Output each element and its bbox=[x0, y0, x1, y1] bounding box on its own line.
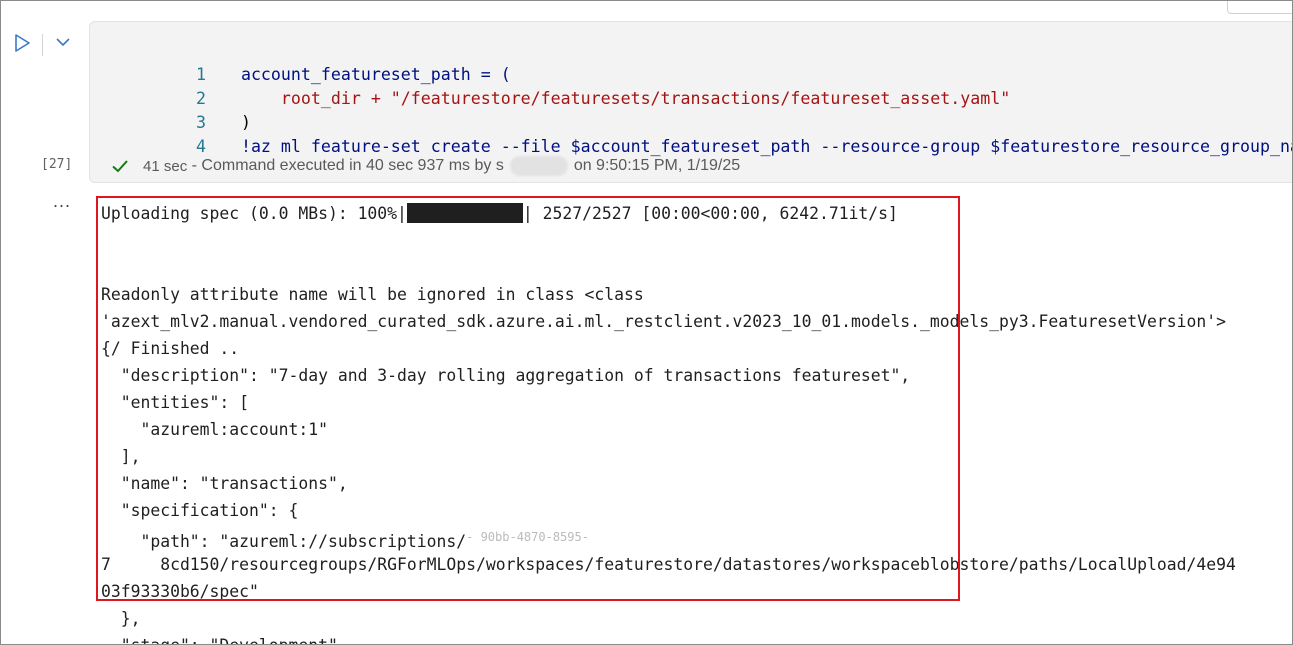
redacted-subscription: - 90bb-4870-8595- bbox=[466, 530, 589, 544]
code-text: !az ml feature-set create --file $accoun… bbox=[240, 137, 1293, 156]
output-line: "specification": { bbox=[101, 501, 299, 520]
output-more-button[interactable]: ... bbox=[53, 191, 71, 212]
code-text: root_dir + "/featurestore/featuresets/tr… bbox=[240, 89, 1011, 108]
redacted-user bbox=[509, 156, 568, 176]
code-line: 2 root_dir + "/featurestore/featuresets/… bbox=[90, 63, 1010, 108]
run-options-button[interactable] bbox=[53, 32, 73, 52]
output-line: "entities": [ bbox=[101, 393, 250, 412]
output-line: "description": "7-day and 3-day rolling … bbox=[101, 366, 911, 385]
output-line: "stage": "Development", bbox=[101, 632, 1292, 644]
code-line: 3) bbox=[90, 87, 251, 132]
output-line: "azureml:account:1" bbox=[101, 420, 328, 439]
output-line: "name": "transactions", bbox=[101, 474, 348, 493]
cell-output: Uploading spec (0.0 MBs): 100%| | 2527/25… bbox=[101, 200, 1292, 644]
chevron-down-icon bbox=[56, 38, 70, 47]
progress-bar bbox=[406, 203, 523, 223]
code-line: 4 !az ml feature-set create --file $accou… bbox=[90, 111, 1292, 156]
play-triangle-icon bbox=[15, 34, 30, 52]
output-line: 03f93330b6/spec" bbox=[101, 582, 259, 601]
output-line: "path": "azureml://subscriptions/- 90bb-… bbox=[101, 524, 1292, 551]
output-line: ], bbox=[101, 447, 141, 466]
output-line: {/ Finished .. bbox=[101, 339, 240, 358]
toolbar-tab[interactable] bbox=[1227, 1, 1292, 14]
output-path-text: "path": "azureml://subscriptions/ bbox=[101, 532, 467, 551]
progress-suffix: | 2527/2527 [00:00<00:00, 6242.71it/s] bbox=[522, 204, 898, 223]
code-line: 1 account_featureset_path = ( bbox=[90, 39, 511, 84]
status-message: - Command executed in 40 sec 937 ms by bbox=[191, 157, 492, 174]
execution-count: [27] bbox=[41, 157, 73, 172]
checkmark-icon bbox=[112, 160, 128, 173]
output-line: }, bbox=[101, 609, 141, 628]
run-cell-button[interactable] bbox=[11, 32, 33, 54]
output-line: Readonly attribute name will be ignored … bbox=[101, 285, 644, 304]
status-user: s bbox=[495, 157, 504, 174]
status-duration: 41 sec bbox=[143, 157, 188, 175]
progress-prefix: Uploading spec (0.0 MBs): 100%| bbox=[101, 204, 407, 223]
output-line: 'azext_mlv2.manual.vendored_curated_sdk.… bbox=[101, 312, 1226, 331]
toolbar-divider bbox=[42, 34, 43, 56]
status-timestamp: on 9:50:15 PM, 1/19/25 bbox=[573, 157, 741, 174]
output-line: 7 8cd150/resourcegroups/RGForMLOps/works… bbox=[101, 555, 1236, 574]
progress-line: Uploading spec (0.0 MBs): 100%| | 2527/25… bbox=[101, 200, 1292, 227]
execution-status: 41 sec - Command executed in 40 sec 937 … bbox=[111, 155, 740, 177]
notebook-cell-frame: 1 account_featureset_path = ( 2 root_dir … bbox=[0, 0, 1293, 645]
